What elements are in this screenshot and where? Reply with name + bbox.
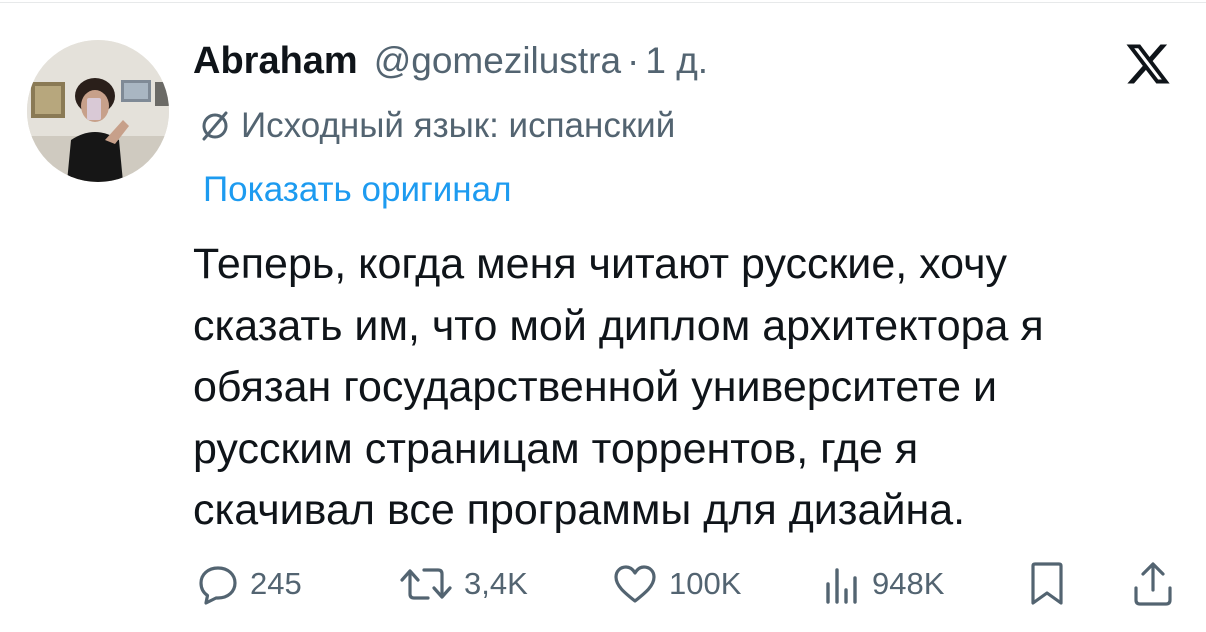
translation-note: Исходный язык: испанский [197,106,675,146]
heart-icon [614,565,656,603]
tweet-text-line: русским страницам торрентов, где я [193,424,919,473]
tweet-body: Теперь, когда меня читают русские, хочу … [193,234,1183,542]
reply-count: 245 [250,566,302,601]
reply-button[interactable]: 245 [196,556,302,612]
x-logo-icon [1123,40,1173,88]
tweet-header: Abraham @gomezilustra · 1 д. [193,40,708,90]
tweet-text-line: Теперь, когда меня читают русские, хочу [193,240,1008,288]
views-button[interactable]: 948K [822,556,944,612]
show-original-link[interactable]: Показать оригинал [203,170,512,210]
views-count: 948K [872,566,945,601]
retweet-icon [400,568,452,600]
separator-dot: · [627,40,640,81]
retweet-button[interactable]: 3,4K [398,556,528,612]
views-icon [826,568,857,604]
share-button[interactable] [1131,556,1175,612]
timestamp[interactable]: 1 д. [645,40,708,82]
like-count: 100K [669,566,742,601]
author-handle[interactable]: @gomezilustra [374,40,621,82]
bookmark-button[interactable] [1027,556,1067,612]
translation-label: Исходный язык: испанский [241,106,676,145]
tweet-text-line: скачивал все программы для дизайна. [193,486,966,534]
translate-icon [202,111,228,141]
action-bar: 245 3,4K 100K 948K [0,556,1206,612]
bookmark-icon [1031,562,1063,605]
tweet-text-line: сказать им, что мой диплом архитектора я [193,301,1044,350]
author-name[interactable]: Abraham [193,40,358,83]
tweet-text-line: обязан государственной университете и [193,363,997,411]
share-icon [1134,562,1172,606]
retweet-count: 3,4K [464,566,528,601]
reply-icon [199,566,237,605]
like-button[interactable]: 100K [611,556,741,612]
tweet-card: Abraham @gomezilustra · 1 д. Исходный яз… [0,0,1206,632]
avatar[interactable] [27,40,169,182]
